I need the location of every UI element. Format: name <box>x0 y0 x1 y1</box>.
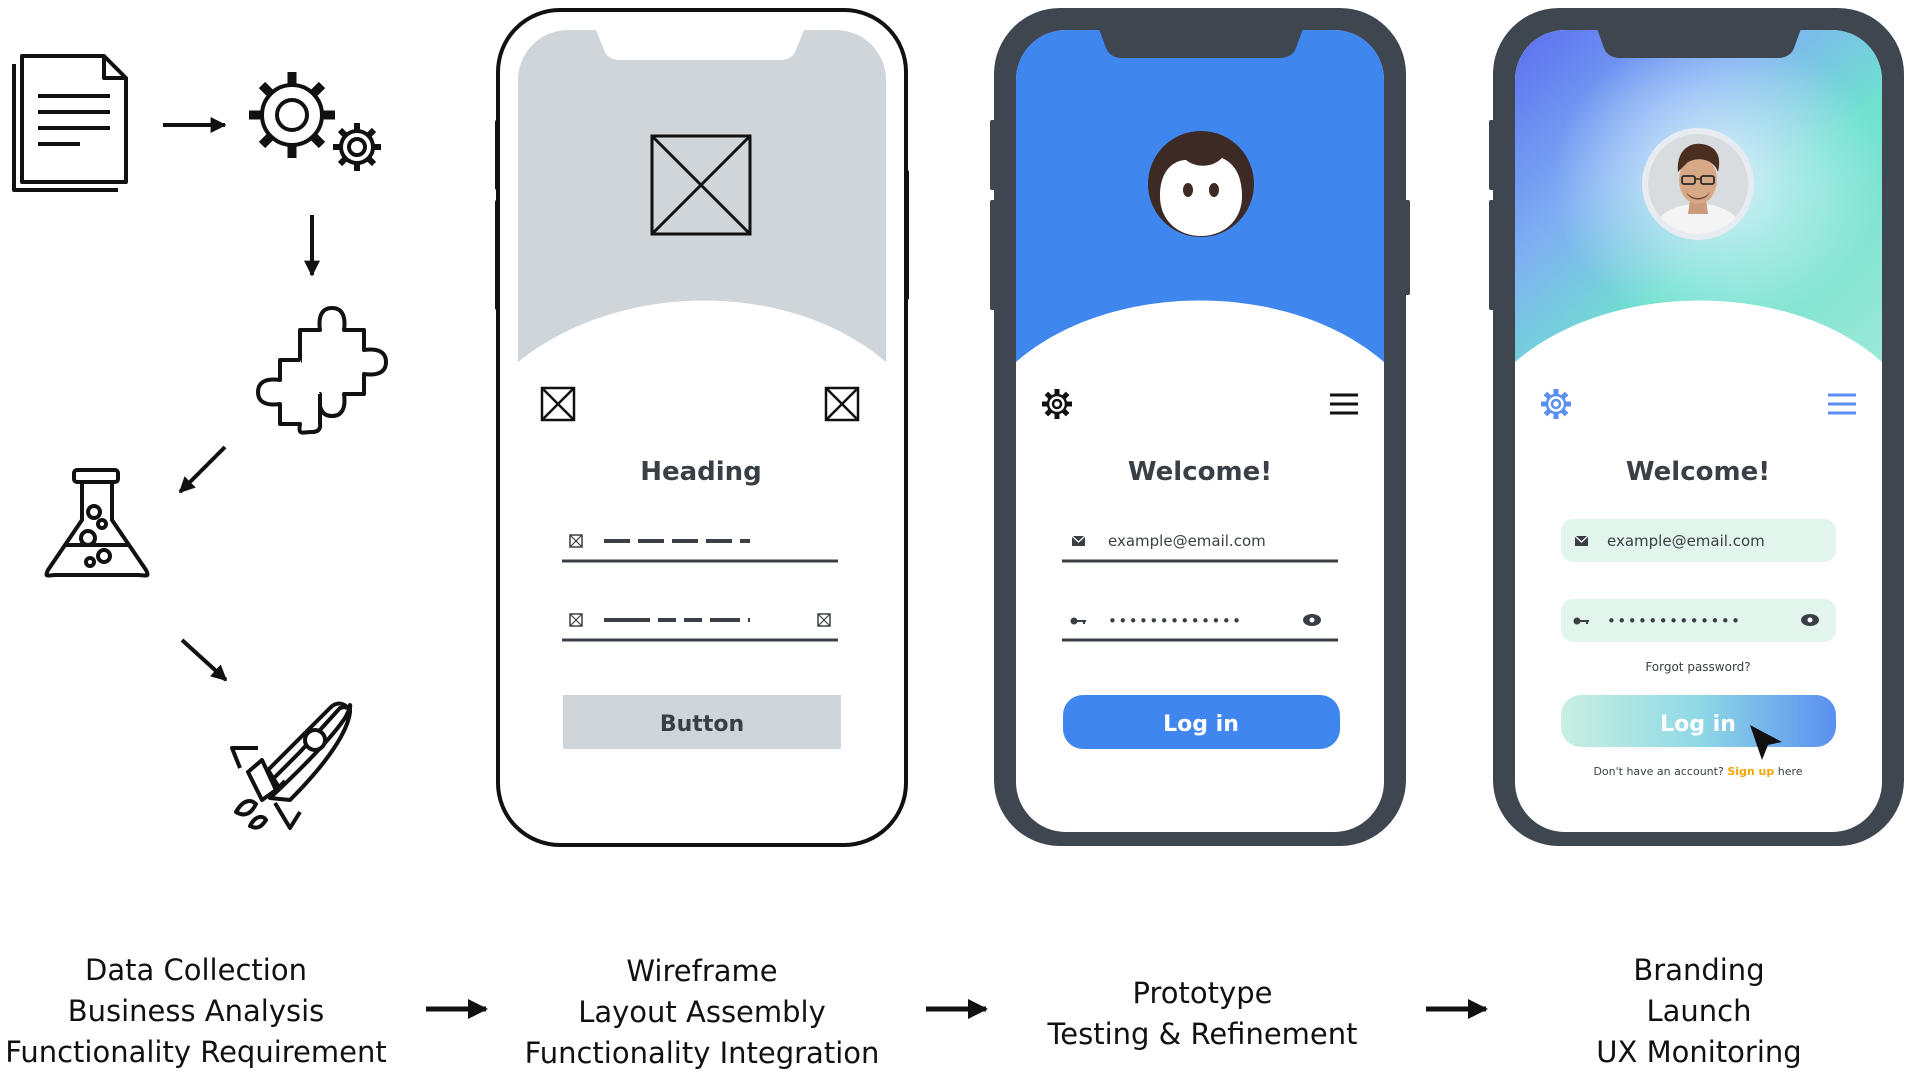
wireframe-phone: Heading Button <box>495 8 909 847</box>
svg-text:example@email.com: example@email.com <box>1108 532 1266 550</box>
arrow <box>178 445 227 494</box>
eye-icon[interactable] <box>1801 614 1819 626</box>
svg-text:Log in: Log in <box>1163 712 1239 737</box>
prototype-phone: Welcome! example@email.com ••••••••••••• <box>990 8 1410 846</box>
eye-icon[interactable] <box>1303 614 1321 626</box>
signup-prompt: Don't have an account? Sign up here <box>1593 765 1802 778</box>
mail-icon <box>1574 535 1589 546</box>
branded-phone: Welcome! example@email.com •••••••••••••… <box>1489 8 1904 846</box>
ux-process-diagram: Heading Button Welcome! example@email.co… <box>12 8 1904 1019</box>
welcome-title: Welcome! <box>1128 457 1272 487</box>
password-field[interactable]: ••••••••••••• <box>1561 599 1836 642</box>
svg-text:Button: Button <box>660 712 744 737</box>
gears-icon <box>249 72 381 171</box>
stage-caption-branding: Branding Launch UX Monitoring <box>1596 953 1802 1069</box>
stage-caption-wireframe: Wireframe Layout Assembly Functionality … <box>524 954 880 1070</box>
flask-icon <box>44 468 150 578</box>
svg-text:•••••••••••••: ••••••••••••• <box>1108 612 1243 630</box>
wireframe-button[interactable]: Button <box>563 695 841 749</box>
puzzle-icon <box>256 306 388 435</box>
forgot-password-link[interactable]: Forgot password? <box>1645 660 1750 674</box>
signup-link[interactable]: Sign up <box>1727 765 1774 778</box>
welcome-title: Welcome! <box>1626 457 1770 487</box>
login-button[interactable]: Log in <box>1561 695 1836 747</box>
mail-icon <box>1071 535 1086 546</box>
svg-text:example@email.com: example@email.com <box>1607 532 1765 550</box>
login-button[interactable]: Log in <box>1063 695 1340 749</box>
stage-caption-prototype: Prototype Testing & Refinement <box>1047 976 1358 1051</box>
avatar-illustration <box>1148 131 1254 237</box>
wireframe-heading: Heading <box>640 457 762 487</box>
profile-photo <box>1642 128 1754 240</box>
svg-text:•••••••••••••: ••••••••••••• <box>1607 612 1742 630</box>
svg-text:Log in: Log in <box>1660 712 1736 737</box>
document-icon <box>12 54 128 192</box>
email-field[interactable]: example@email.com <box>1561 519 1836 562</box>
stage-caption-research: Data Collection Business Analysis Functi… <box>5 953 387 1069</box>
arrow <box>180 638 228 682</box>
rocket-icon <box>230 701 353 830</box>
